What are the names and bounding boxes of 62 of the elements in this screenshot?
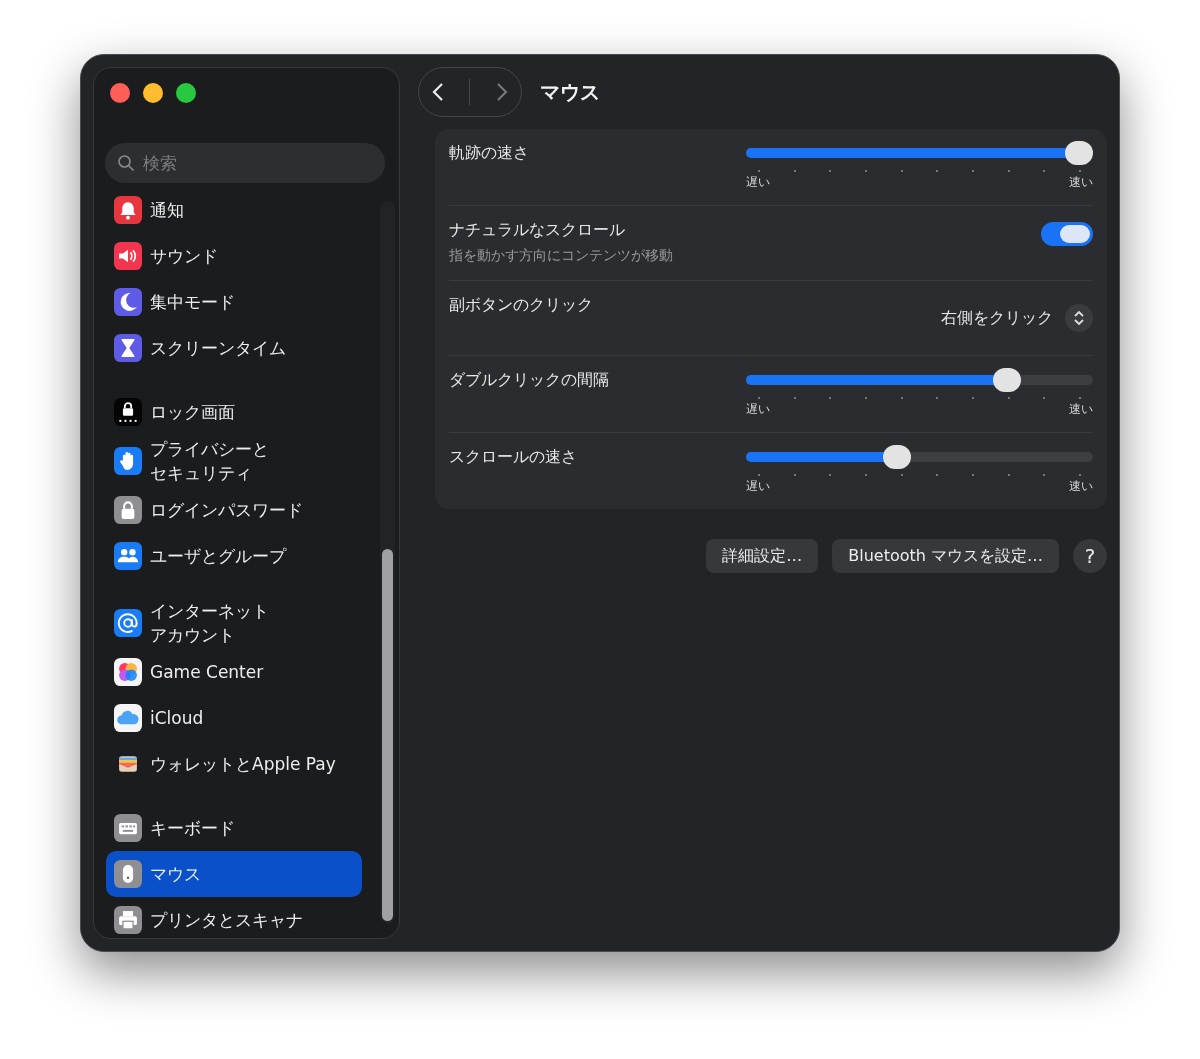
sidebar-item[interactable]: ユーザとグループ (106, 533, 362, 579)
settings-category-icon (114, 242, 142, 270)
slider[interactable] (746, 368, 1093, 392)
settings-category-icon (114, 609, 142, 637)
slider[interactable] (746, 445, 1093, 469)
slider-thumb[interactable] (993, 368, 1022, 392)
slider-min-label: 遅い (746, 478, 770, 495)
settings-category-icon (114, 658, 142, 686)
help-button[interactable]: ? (1073, 539, 1107, 573)
setting-label: ダブルクリックの間隔 (449, 370, 609, 391)
settings-category-icon (114, 447, 142, 475)
setting-label: スクロールの速さ (449, 447, 577, 468)
settings-category-icon (114, 906, 142, 934)
sidebar-item[interactable]: マウス (106, 851, 362, 897)
close-button[interactable] (110, 83, 130, 103)
slider-thumb[interactable] (1065, 141, 1093, 165)
settings-button[interactable]: Bluetooth マウスを設定… (832, 539, 1059, 573)
slider-max-label: 速い (1069, 478, 1093, 495)
sidebar-item[interactable]: インターネットアカウント (106, 597, 362, 649)
sidebar-item[interactable]: iCloud (106, 695, 362, 741)
page-title: マウス (540, 78, 600, 106)
slider-thumb[interactable] (883, 445, 912, 469)
settings-category-icon (114, 704, 142, 732)
settings-category-icon (114, 814, 142, 842)
sidebar-item[interactable]: ログインパスワード (106, 487, 362, 533)
popup-button[interactable] (1065, 304, 1093, 332)
setting-label: ナチュラルなスクロール (449, 220, 626, 241)
slider-min-label: 遅い (746, 174, 770, 191)
back-icon[interactable] (431, 81, 446, 103)
sidebar-item[interactable]: 集中モード (106, 279, 362, 325)
sidebar-item[interactable]: ロック画面 (106, 389, 362, 435)
setting-label: 副ボタンのクリック (449, 295, 593, 316)
forward-icon[interactable] (494, 81, 509, 103)
minimize-button[interactable] (143, 83, 163, 103)
slider-max-label: 速い (1069, 174, 1093, 191)
search-field[interactable]: 検索 (105, 143, 385, 183)
settings-category-icon (114, 542, 142, 570)
chevron-up-down-icon (1072, 309, 1086, 327)
settings-category-icon (114, 196, 142, 224)
setting-label: 軌跡の速さ (449, 143, 529, 164)
sidebar-item[interactable]: プリンタとスキャナ (106, 897, 362, 943)
scrollbar[interactable] (380, 201, 395, 923)
settings-category-icon (114, 860, 142, 888)
sidebar-item[interactable]: プライバシーとセキュリティ (106, 435, 362, 487)
sidebar-item[interactable]: Game Center (106, 649, 362, 695)
sidebar-item[interactable]: ウォレットとApple Pay (106, 741, 362, 787)
toggle-switch[interactable] (1041, 222, 1093, 246)
slider-min-label: 遅い (746, 401, 770, 418)
sidebar-item[interactable]: キーボード (106, 805, 362, 851)
zoom-button[interactable] (176, 83, 196, 103)
popup-value: 右側をクリック (941, 307, 1053, 329)
settings-category-icon (114, 288, 142, 316)
sidebar-item[interactable]: スクリーンタイム (106, 325, 362, 371)
settings-category-icon (114, 398, 142, 426)
setting-description: 指を動かす方向にコンテンツが移動 (449, 247, 673, 265)
settings-category-icon (114, 334, 142, 362)
slider-max-label: 速い (1069, 401, 1093, 418)
settings-category-icon (114, 496, 142, 524)
sidebar-item[interactable]: 通知 (106, 187, 362, 233)
slider[interactable] (746, 141, 1093, 165)
sidebar-item[interactable]: サウンド (106, 233, 362, 279)
settings-button[interactable]: 詳細設定… (706, 539, 819, 573)
